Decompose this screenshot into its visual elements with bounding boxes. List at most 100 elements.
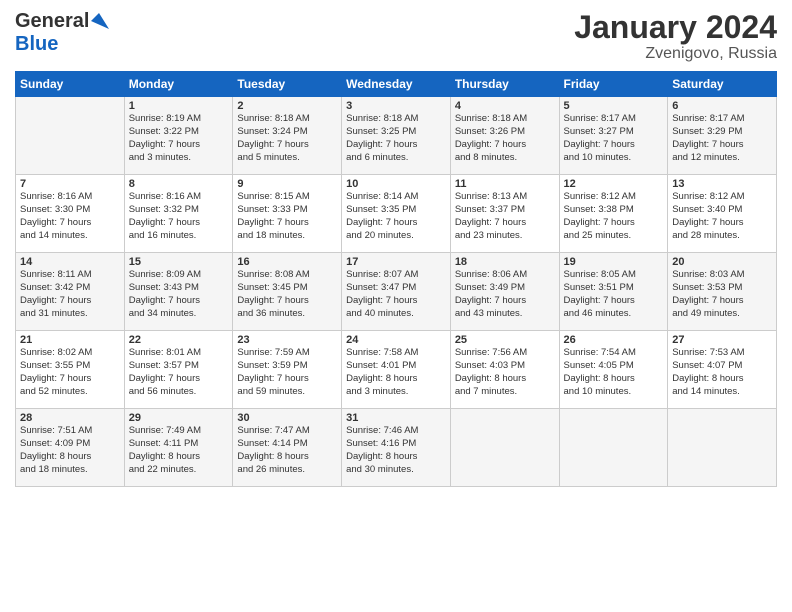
cell-content: Sunrise: 8:17 AMSunset: 3:29 PMDaylight:… [672, 113, 772, 164]
day-number: 29 [129, 412, 229, 424]
logo-general-text: General [15, 10, 89, 33]
cell-content: Sunrise: 8:01 AMSunset: 3:57 PMDaylight:… [129, 347, 229, 398]
cell-content: Sunrise: 8:18 AMSunset: 3:25 PMDaylight:… [346, 113, 446, 164]
table-cell: 21Sunrise: 8:02 AMSunset: 3:55 PMDayligh… [16, 331, 125, 409]
cell-content: Sunrise: 7:54 AMSunset: 4:05 PMDaylight:… [564, 347, 664, 398]
cell-content: Sunrise: 8:05 AMSunset: 3:51 PMDaylight:… [564, 269, 664, 320]
day-number: 11 [455, 178, 555, 190]
table-cell: 17Sunrise: 8:07 AMSunset: 3:47 PMDayligh… [342, 253, 451, 331]
day-number: 23 [237, 334, 337, 346]
day-number: 18 [455, 256, 555, 268]
day-number: 24 [346, 334, 446, 346]
day-number: 20 [672, 256, 772, 268]
cell-content: Sunrise: 8:06 AMSunset: 3:49 PMDaylight:… [455, 269, 555, 320]
day-number: 28 [20, 412, 120, 424]
table-cell: 14Sunrise: 8:11 AMSunset: 3:42 PMDayligh… [16, 253, 125, 331]
day-number: 17 [346, 256, 446, 268]
day-number: 26 [564, 334, 664, 346]
table-cell: 29Sunrise: 7:49 AMSunset: 4:11 PMDayligh… [124, 409, 233, 487]
table-cell: 15Sunrise: 8:09 AMSunset: 3:43 PMDayligh… [124, 253, 233, 331]
table-cell [668, 409, 777, 487]
location-subtitle: Zvenigovo, Russia [574, 45, 777, 63]
calendar-body: 1Sunrise: 8:19 AMSunset: 3:22 PMDaylight… [16, 97, 777, 487]
table-cell: 28Sunrise: 7:51 AMSunset: 4:09 PMDayligh… [16, 409, 125, 487]
day-number: 3 [346, 100, 446, 112]
day-number: 30 [237, 412, 337, 424]
cell-content: Sunrise: 7:56 AMSunset: 4:03 PMDaylight:… [455, 347, 555, 398]
header-sunday: Sunday [16, 72, 125, 97]
table-cell: 25Sunrise: 7:56 AMSunset: 4:03 PMDayligh… [450, 331, 559, 409]
table-cell: 5Sunrise: 8:17 AMSunset: 3:27 PMDaylight… [559, 97, 668, 175]
cell-content: Sunrise: 8:09 AMSunset: 3:43 PMDaylight:… [129, 269, 229, 320]
table-cell: 8Sunrise: 8:16 AMSunset: 3:32 PMDaylight… [124, 175, 233, 253]
header-tuesday: Tuesday [233, 72, 342, 97]
table-cell: 31Sunrise: 7:46 AMSunset: 4:16 PMDayligh… [342, 409, 451, 487]
day-number: 5 [564, 100, 664, 112]
cell-content: Sunrise: 8:07 AMSunset: 3:47 PMDaylight:… [346, 269, 446, 320]
day-number: 31 [346, 412, 446, 424]
table-cell [559, 409, 668, 487]
table-cell: 26Sunrise: 7:54 AMSunset: 4:05 PMDayligh… [559, 331, 668, 409]
day-number: 25 [455, 334, 555, 346]
day-number: 1 [129, 100, 229, 112]
table-cell: 20Sunrise: 8:03 AMSunset: 3:53 PMDayligh… [668, 253, 777, 331]
day-number: 19 [564, 256, 664, 268]
logo-blue-text: Blue [15, 33, 58, 55]
table-cell: 13Sunrise: 8:12 AMSunset: 3:40 PMDayligh… [668, 175, 777, 253]
cell-content: Sunrise: 8:02 AMSunset: 3:55 PMDaylight:… [20, 347, 120, 398]
table-row: 21Sunrise: 8:02 AMSunset: 3:55 PMDayligh… [16, 331, 777, 409]
table-cell: 16Sunrise: 8:08 AMSunset: 3:45 PMDayligh… [233, 253, 342, 331]
day-number: 21 [20, 334, 120, 346]
logo-arrow-icon [89, 11, 111, 33]
title-block: January 2024 Zvenigovo, Russia [574, 10, 777, 63]
day-number: 27 [672, 334, 772, 346]
day-number: 16 [237, 256, 337, 268]
month-year-title: January 2024 [574, 10, 777, 45]
cell-content: Sunrise: 7:51 AMSunset: 4:09 PMDaylight:… [20, 425, 120, 476]
day-number: 22 [129, 334, 229, 346]
table-cell: 3Sunrise: 8:18 AMSunset: 3:25 PMDaylight… [342, 97, 451, 175]
header-saturday: Saturday [668, 72, 777, 97]
cell-content: Sunrise: 8:16 AMSunset: 3:32 PMDaylight:… [129, 191, 229, 242]
table-cell: 27Sunrise: 7:53 AMSunset: 4:07 PMDayligh… [668, 331, 777, 409]
header-wednesday: Wednesday [342, 72, 451, 97]
table-cell: 30Sunrise: 7:47 AMSunset: 4:14 PMDayligh… [233, 409, 342, 487]
table-cell: 24Sunrise: 7:58 AMSunset: 4:01 PMDayligh… [342, 331, 451, 409]
cell-content: Sunrise: 8:12 AMSunset: 3:40 PMDaylight:… [672, 191, 772, 242]
table-row: 1Sunrise: 8:19 AMSunset: 3:22 PMDaylight… [16, 97, 777, 175]
cell-content: Sunrise: 8:03 AMSunset: 3:53 PMDaylight:… [672, 269, 772, 320]
cell-content: Sunrise: 7:49 AMSunset: 4:11 PMDaylight:… [129, 425, 229, 476]
day-number: 9 [237, 178, 337, 190]
cell-content: Sunrise: 8:11 AMSunset: 3:42 PMDaylight:… [20, 269, 120, 320]
table-cell: 6Sunrise: 8:17 AMSunset: 3:29 PMDaylight… [668, 97, 777, 175]
calendar-table: Sunday Monday Tuesday Wednesday Thursday… [15, 71, 777, 487]
table-row: 28Sunrise: 7:51 AMSunset: 4:09 PMDayligh… [16, 409, 777, 487]
day-number: 4 [455, 100, 555, 112]
day-number: 14 [20, 256, 120, 268]
table-cell: 9Sunrise: 8:15 AMSunset: 3:33 PMDaylight… [233, 175, 342, 253]
day-number: 7 [20, 178, 120, 190]
cell-content: Sunrise: 8:12 AMSunset: 3:38 PMDaylight:… [564, 191, 664, 242]
day-number: 8 [129, 178, 229, 190]
day-number: 2 [237, 100, 337, 112]
table-cell: 19Sunrise: 8:05 AMSunset: 3:51 PMDayligh… [559, 253, 668, 331]
table-cell: 12Sunrise: 8:12 AMSunset: 3:38 PMDayligh… [559, 175, 668, 253]
cell-content: Sunrise: 7:46 AMSunset: 4:16 PMDaylight:… [346, 425, 446, 476]
cell-content: Sunrise: 7:47 AMSunset: 4:14 PMDaylight:… [237, 425, 337, 476]
day-number: 6 [672, 100, 772, 112]
cell-content: Sunrise: 8:15 AMSunset: 3:33 PMDaylight:… [237, 191, 337, 242]
cell-content: Sunrise: 8:19 AMSunset: 3:22 PMDaylight:… [129, 113, 229, 164]
day-number: 12 [564, 178, 664, 190]
header-friday: Friday [559, 72, 668, 97]
table-cell: 1Sunrise: 8:19 AMSunset: 3:22 PMDaylight… [124, 97, 233, 175]
table-cell: 2Sunrise: 8:18 AMSunset: 3:24 PMDaylight… [233, 97, 342, 175]
cell-content: Sunrise: 8:08 AMSunset: 3:45 PMDaylight:… [237, 269, 337, 320]
cell-content: Sunrise: 8:16 AMSunset: 3:30 PMDaylight:… [20, 191, 120, 242]
table-cell: 7Sunrise: 8:16 AMSunset: 3:30 PMDaylight… [16, 175, 125, 253]
header: General Blue January 2024 Zvenigovo, Rus… [15, 10, 777, 63]
logo: General Blue [15, 10, 111, 56]
cell-content: Sunrise: 8:14 AMSunset: 3:35 PMDaylight:… [346, 191, 446, 242]
cell-content: Sunrise: 8:18 AMSunset: 3:24 PMDaylight:… [237, 113, 337, 164]
weekday-header-row: Sunday Monday Tuesday Wednesday Thursday… [16, 72, 777, 97]
table-cell [450, 409, 559, 487]
